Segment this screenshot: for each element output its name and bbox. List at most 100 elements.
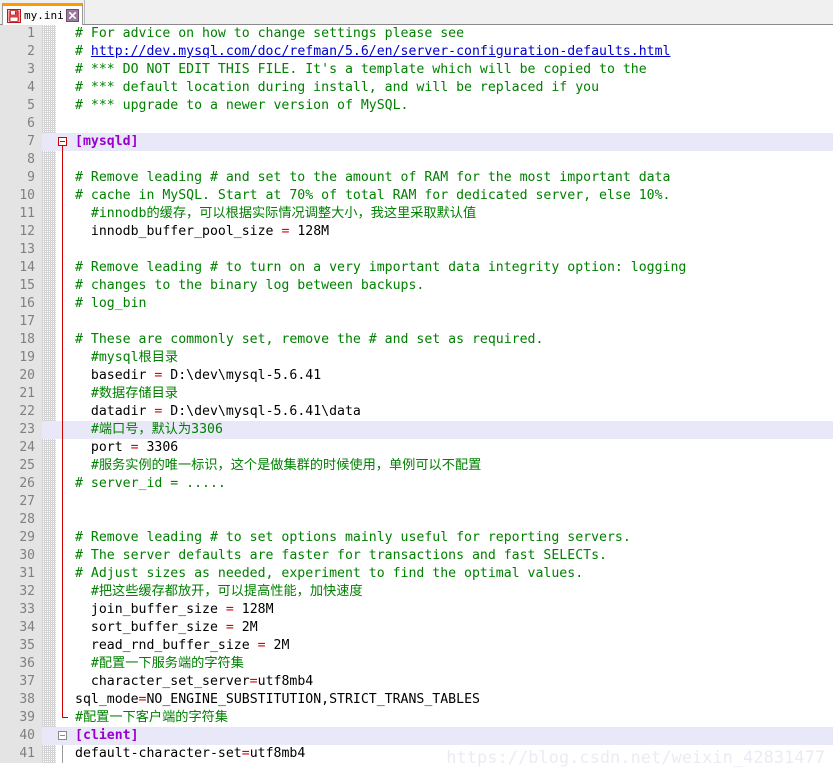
fold-margin[interactable] — [56, 439, 71, 457]
fold-toggle-client[interactable] — [56, 727, 71, 745]
bookmark-margin[interactable] — [42, 403, 56, 421]
bookmark-margin[interactable] — [42, 43, 56, 61]
bookmark-margin[interactable] — [42, 439, 56, 457]
bookmark-margin[interactable] — [42, 709, 56, 727]
fold-margin[interactable] — [56, 61, 71, 79]
fold-margin[interactable] — [56, 583, 71, 601]
bookmark-margin[interactable] — [42, 385, 56, 403]
bookmark-margin[interactable] — [42, 565, 56, 583]
fold-margin[interactable] — [56, 385, 71, 403]
fold-margin[interactable] — [56, 151, 71, 169]
fold-margin[interactable] — [56, 457, 71, 475]
bookmark-margin[interactable] — [42, 151, 56, 169]
bookmark-margin[interactable] — [42, 313, 56, 331]
close-icon[interactable] — [65, 9, 79, 22]
bookmark-margin[interactable] — [42, 421, 56, 439]
code-line: #mysql根目录 — [71, 349, 833, 367]
bookmark-margin[interactable] — [42, 169, 56, 187]
fold-margin[interactable] — [56, 223, 71, 241]
bookmark-margin[interactable] — [42, 241, 56, 259]
editor-row: 38 sql_mode=NO_ENGINE_SUBSTITUTION,STRICT… — [0, 691, 833, 709]
fold-margin[interactable] — [56, 475, 71, 493]
fold-margin[interactable] — [56, 691, 71, 709]
bookmark-margin[interactable] — [42, 529, 56, 547]
line-number: 11 — [0, 205, 42, 223]
bookmark-margin[interactable] — [42, 691, 56, 709]
bookmark-margin[interactable] — [42, 601, 56, 619]
fold-margin[interactable] — [56, 187, 71, 205]
line-number: 32 — [0, 583, 42, 601]
fold-margin[interactable] — [56, 565, 71, 583]
bookmark-margin[interactable] — [42, 97, 56, 115]
fold-end-marker[interactable] — [56, 709, 71, 727]
bookmark-margin[interactable] — [42, 187, 56, 205]
bookmark-margin[interactable] — [42, 133, 56, 151]
bookmark-margin[interactable] — [42, 61, 56, 79]
fold-margin[interactable] — [56, 601, 71, 619]
fold-margin[interactable] — [56, 493, 71, 511]
fold-margin[interactable] — [56, 313, 71, 331]
bookmark-margin[interactable] — [42, 727, 56, 745]
bookmark-margin[interactable] — [42, 655, 56, 673]
fold-collapse-icon[interactable] — [58, 731, 67, 740]
fold-margin[interactable] — [56, 259, 71, 277]
fold-margin[interactable] — [56, 25, 71, 43]
bookmark-margin[interactable] — [42, 475, 56, 493]
bookmark-margin[interactable] — [42, 511, 56, 529]
fold-margin[interactable] — [56, 205, 71, 223]
fold-margin[interactable] — [56, 529, 71, 547]
fold-margin[interactable] — [56, 673, 71, 691]
bookmark-margin[interactable] — [42, 745, 56, 763]
fold-margin[interactable] — [56, 655, 71, 673]
bookmark-margin[interactable] — [42, 25, 56, 43]
fold-margin[interactable] — [56, 547, 71, 565]
bookmark-margin[interactable] — [42, 367, 56, 385]
bookmark-margin[interactable] — [42, 331, 56, 349]
fold-margin[interactable] — [56, 115, 71, 133]
bookmark-margin[interactable] — [42, 349, 56, 367]
fold-margin[interactable] — [56, 79, 71, 97]
bookmark-margin[interactable] — [42, 457, 56, 475]
bookmark-margin[interactable] — [42, 619, 56, 637]
fold-margin[interactable] — [56, 295, 71, 313]
bookmark-margin[interactable] — [42, 583, 56, 601]
bookmark-margin[interactable] — [42, 295, 56, 313]
fold-margin[interactable] — [56, 403, 71, 421]
fold-collapse-icon[interactable] — [58, 137, 67, 146]
code-line: # These are commonly set, remove the # a… — [71, 331, 833, 349]
fold-margin[interactable] — [56, 277, 71, 295]
fold-margin[interactable] — [56, 349, 71, 367]
tab-bar-empty-area — [83, 0, 833, 24]
bookmark-margin[interactable] — [42, 115, 56, 133]
code-line: [client] — [71, 727, 833, 745]
fold-margin[interactable] — [56, 97, 71, 115]
tab-my-ini[interactable]: my.ini — [2, 3, 83, 25]
fold-margin[interactable] — [56, 637, 71, 655]
fold-margin[interactable] — [56, 331, 71, 349]
fold-margin[interactable] — [56, 421, 71, 439]
bookmark-margin[interactable] — [42, 493, 56, 511]
bookmark-margin[interactable] — [42, 547, 56, 565]
editor-row: 12 innodb_buffer_pool_size = 128M — [0, 223, 833, 241]
bookmark-margin[interactable] — [42, 277, 56, 295]
fold-margin[interactable] — [56, 745, 71, 763]
bookmark-margin[interactable] — [42, 205, 56, 223]
fold-margin[interactable] — [56, 169, 71, 187]
fold-margin[interactable] — [56, 367, 71, 385]
fold-margin[interactable] — [56, 619, 71, 637]
bookmark-margin[interactable] — [42, 79, 56, 97]
line-number: 25 — [0, 457, 42, 475]
bookmark-margin[interactable] — [42, 259, 56, 277]
fold-margin[interactable] — [56, 43, 71, 61]
fold-margin[interactable] — [56, 241, 71, 259]
bookmark-margin[interactable] — [42, 673, 56, 691]
fold-toggle-mysqld[interactable] — [56, 133, 71, 151]
code-editor[interactable]: 1 # For advice on how to change settings … — [0, 25, 833, 776]
fold-margin[interactable] — [56, 511, 71, 529]
bookmark-margin[interactable] — [42, 637, 56, 655]
editor-row: 21 #数据存储目录 — [0, 385, 833, 403]
code-line: # *** default location during install, a… — [71, 79, 833, 97]
url-link[interactable]: http://dev.mysql.com/doc/refman/5.6/en/s… — [91, 44, 671, 59]
code-line — [71, 241, 833, 259]
bookmark-margin[interactable] — [42, 223, 56, 241]
